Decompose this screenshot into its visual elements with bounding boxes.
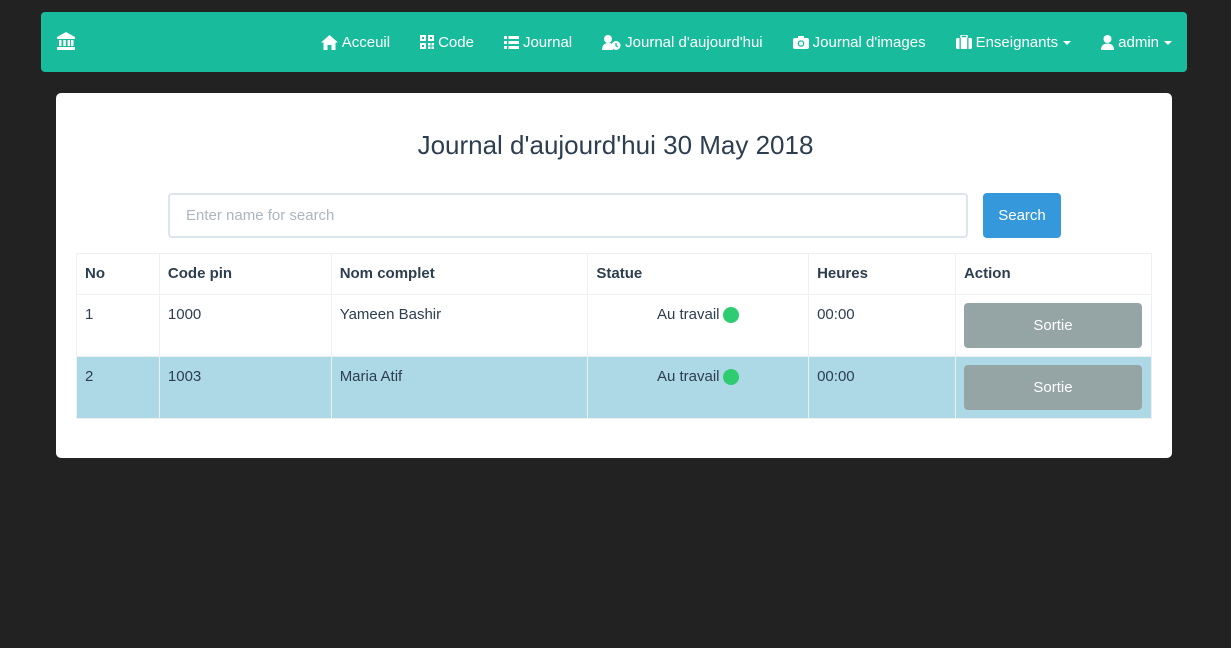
cell-code-pin: 1003 bbox=[158, 356, 332, 419]
home-icon bbox=[320, 34, 338, 50]
nav-item-journal-images[interactable]: Journal d'images bbox=[792, 33, 926, 51]
nav-item-label: Code bbox=[438, 33, 474, 51]
cell-action: Sortie bbox=[954, 356, 1153, 419]
status-indicator: Au travail bbox=[657, 306, 740, 323]
caret-down-icon bbox=[1164, 41, 1172, 45]
user-clock-icon bbox=[602, 34, 621, 50]
nav-item-label: Journal bbox=[522, 33, 573, 51]
table-row: 2 1003 Maria Atif Au travail 00:00 Sorti… bbox=[76, 356, 1153, 419]
table-row: 1 1000 Yameen Bashir Au travail 00:00 So… bbox=[76, 294, 1153, 357]
column-header-no: No bbox=[76, 253, 160, 295]
nav-item-label: admin bbox=[1118, 33, 1159, 51]
status-label: Au travail bbox=[656, 368, 720, 385]
cell-no: 1 bbox=[76, 294, 160, 357]
column-header-code-pin: Code pin bbox=[158, 253, 332, 295]
journal-table: No Code pin Nom complet Statue Heures Ac… bbox=[76, 253, 1153, 419]
table-header-row: No Code pin Nom complet Statue Heures Ac… bbox=[76, 253, 1153, 295]
nav-dropdown-enseignants[interactable]: Enseignants bbox=[955, 33, 1072, 51]
cell-code-pin: 1000 bbox=[158, 294, 332, 357]
nav-item-journal-aujourdhui[interactable]: Journal d'aujourd'hui bbox=[602, 34, 763, 51]
nav-item-label: Enseignants bbox=[975, 33, 1059, 51]
cell-name: Yameen Bashir bbox=[330, 294, 589, 357]
bank-icon[interactable] bbox=[56, 31, 76, 51]
search-button[interactable]: Search bbox=[983, 193, 1061, 238]
status-dot-icon bbox=[723, 306, 740, 323]
top-navbar: Acceuil Code Journal Journal d'aujourd'h… bbox=[41, 12, 1187, 72]
column-header-nom-complet: Nom complet bbox=[330, 253, 589, 295]
nav-item-acceuil[interactable]: Acceuil bbox=[320, 33, 391, 51]
status-indicator: Au travail bbox=[657, 368, 740, 385]
nav-item-code[interactable]: Code bbox=[420, 34, 474, 51]
caret-down-icon bbox=[1063, 41, 1072, 45]
search-input[interactable] bbox=[168, 193, 968, 238]
column-header-statue: Statue bbox=[587, 253, 810, 295]
nav-menu: Acceuil Code Journal Journal d'aujourd'h… bbox=[291, 12, 1172, 72]
nav-item-journal[interactable]: Journal bbox=[503, 33, 573, 51]
status-dot-icon bbox=[723, 368, 740, 385]
nav-item-label: Acceuil bbox=[341, 33, 391, 51]
nav-item-label: Journal d'images bbox=[812, 33, 926, 51]
page-title: Journal d'aujourd'hui 30 May 2018 bbox=[417, 130, 814, 160]
sortie-button[interactable]: Sortie bbox=[963, 303, 1142, 348]
cell-status: Au travail bbox=[587, 294, 810, 357]
cell-hours: 00:00 bbox=[808, 356, 956, 419]
nav-dropdown-admin[interactable]: admin bbox=[1101, 34, 1172, 51]
cell-status: Au travail bbox=[587, 356, 810, 419]
cell-action: Sortie bbox=[954, 294, 1153, 357]
camera-icon bbox=[792, 36, 809, 49]
cell-no: 2 bbox=[76, 356, 160, 419]
column-header-action: Action bbox=[954, 253, 1153, 295]
sortie-button[interactable]: Sortie bbox=[963, 365, 1142, 410]
cell-name: Maria Atif bbox=[330, 356, 589, 419]
status-label: Au travail bbox=[656, 306, 720, 323]
qrcode-icon bbox=[420, 35, 435, 49]
user-icon bbox=[1101, 34, 1115, 50]
column-header-heures: Heures bbox=[808, 253, 956, 295]
nav-item-label: Journal d'aujourd'hui bbox=[625, 33, 763, 51]
cell-hours: 00:00 bbox=[808, 294, 956, 357]
briefcase-icon bbox=[955, 35, 972, 49]
list-icon bbox=[503, 35, 519, 49]
